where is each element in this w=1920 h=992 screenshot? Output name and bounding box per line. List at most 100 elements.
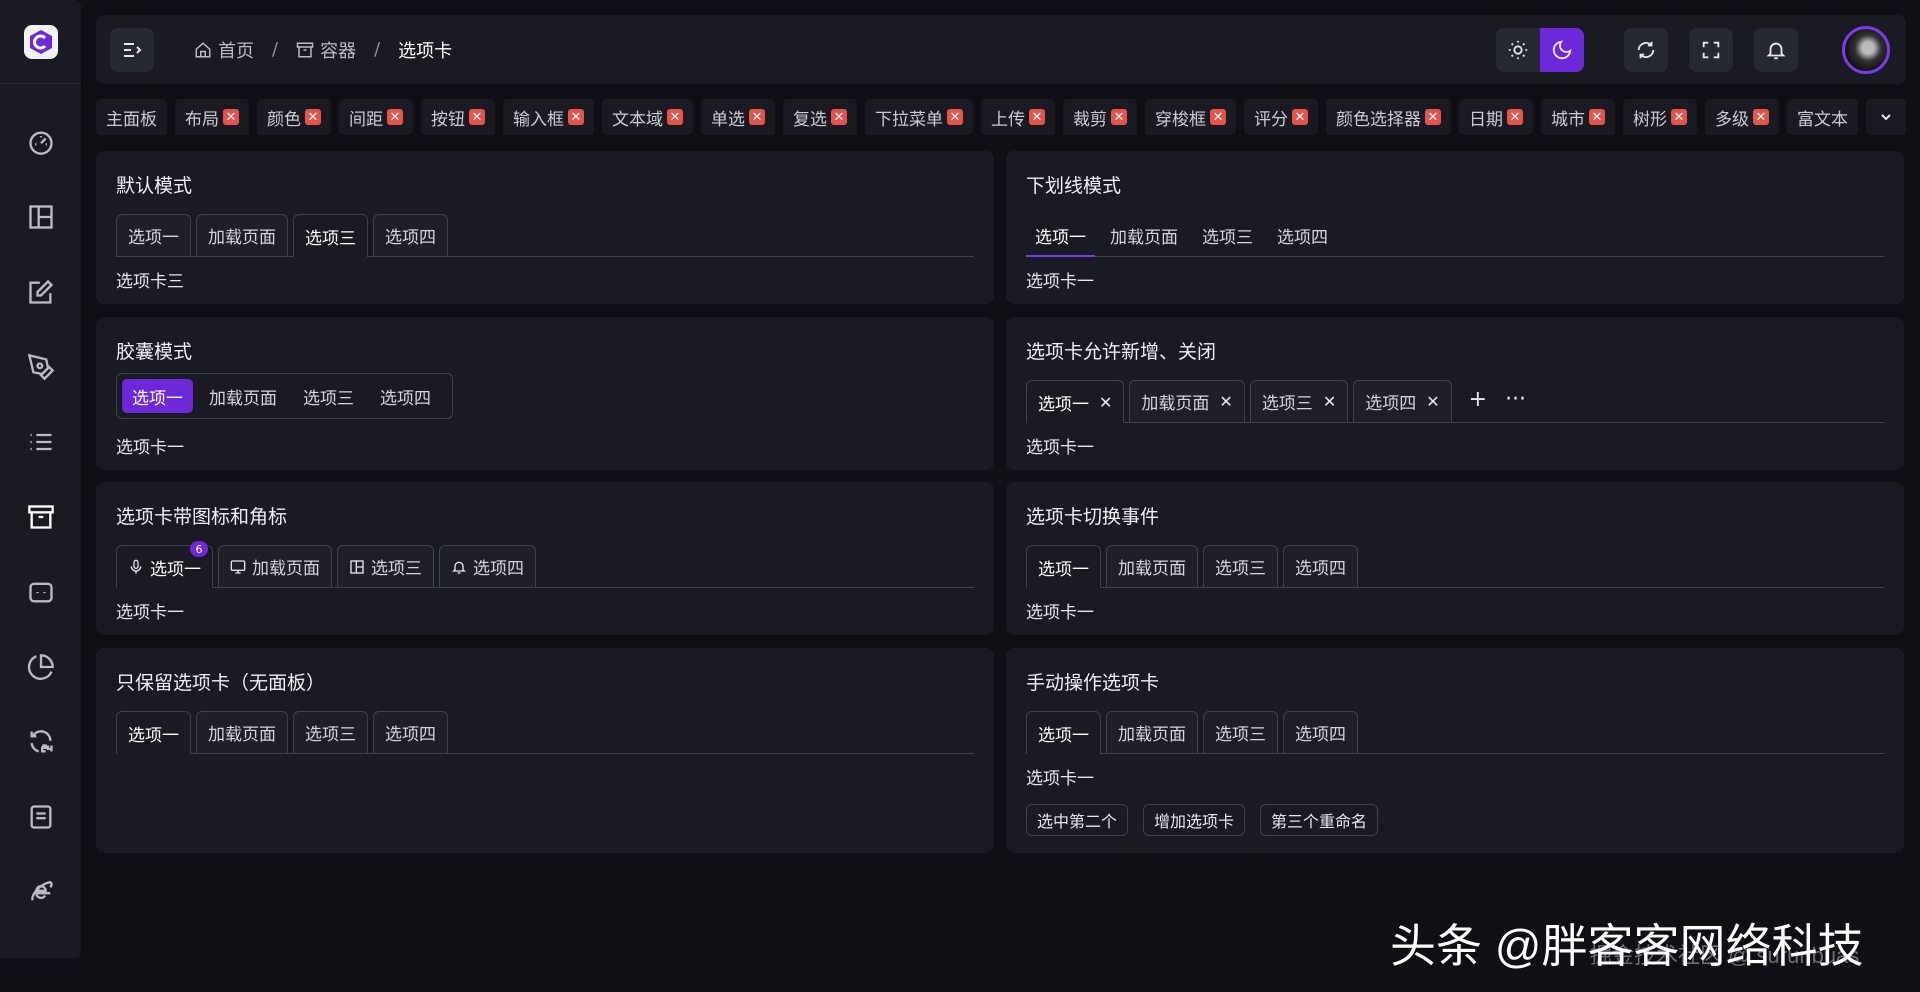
open-tab[interactable]: 输入框 ✕ — [503, 99, 594, 135]
tab-3[interactable]: 选项三 — [1203, 711, 1278, 753]
tab-3[interactable]: 选项三 — [293, 711, 368, 753]
ie-browser-icon[interactable] — [0, 854, 81, 929]
open-tab-dashboard[interactable]: 主面板 — [96, 99, 167, 135]
tab-4[interactable]: 选项四 — [370, 379, 441, 413]
close-icon[interactable]: ✕ — [1671, 109, 1687, 125]
notifications-button[interactable] — [1754, 27, 1798, 72]
close-icon[interactable]: ✕ — [1323, 392, 1336, 411]
open-tab[interactable]: 复选 ✕ — [783, 99, 857, 135]
close-icon[interactable]: ✕ — [1111, 109, 1127, 125]
tab-4[interactable]: 选项四 — [1268, 214, 1337, 256]
archive-icon[interactable] — [0, 479, 81, 554]
tab-3[interactable]: 选项三 — [1203, 545, 1278, 587]
close-icon[interactable]: ✕ — [667, 109, 683, 125]
tab-2[interactable]: 加载页面 — [196, 214, 288, 256]
breadcrumb-home[interactable]: 首页 — [194, 37, 254, 63]
refresh-button[interactable] — [1624, 27, 1668, 72]
pie-chart-icon[interactable] — [0, 629, 81, 704]
edit-icon[interactable] — [0, 254, 81, 329]
tab-3[interactable]: 选项三 — [293, 379, 364, 413]
app-logo[interactable] — [0, 0, 81, 84]
tab-4[interactable]: 选项四 — [373, 711, 448, 753]
breadcrumb-container[interactable]: 容器 — [296, 37, 356, 63]
collapse-menu-button[interactable] — [110, 27, 154, 72]
open-tab[interactable]: 多级 ✕ — [1705, 99, 1779, 135]
tab-2[interactable]: 加载页面 — [1101, 214, 1187, 256]
tab-3[interactable]: 选项三 — [1193, 214, 1262, 256]
tab-1[interactable]: 选项一 — [1026, 545, 1101, 588]
fullscreen-button[interactable] — [1689, 27, 1733, 72]
tab-3[interactable]: 选项三 — [337, 545, 434, 587]
open-tab[interactable]: 城市 ✕ — [1541, 99, 1615, 135]
close-icon[interactable]: ✕ — [1589, 109, 1605, 125]
tab-3[interactable]: 选项三 ✕ — [1249, 380, 1349, 422]
tab-1[interactable]: 选项一 — [122, 379, 193, 413]
tab-2[interactable]: 加载页面 — [199, 379, 287, 413]
open-tab[interactable]: 文本域 ✕ — [602, 99, 693, 135]
open-tab[interactable]: 按钮 ✕ — [421, 99, 495, 135]
open-tab[interactable]: 上传 ✕ — [981, 99, 1055, 135]
open-tab[interactable]: 裁剪 ✕ — [1063, 99, 1137, 135]
dashboard-icon[interactable] — [0, 104, 81, 179]
close-icon[interactable]: ✕ — [1753, 109, 1769, 125]
add-tab-icon[interactable]: + — [1469, 387, 1487, 412]
open-tab[interactable]: 单选 ✕ — [701, 99, 775, 135]
more-icon[interactable]: ··· — [1505, 387, 1526, 412]
tab-4[interactable]: 选项四 ✕ — [1353, 380, 1452, 422]
dark-theme-button[interactable] — [1540, 27, 1584, 72]
close-icon[interactable]: ✕ — [469, 109, 485, 125]
more-tabs-button[interactable] — [1866, 99, 1906, 135]
open-tab[interactable]: 穿梭框 ✕ — [1145, 99, 1236, 135]
close-icon[interactable]: ✕ — [1210, 109, 1226, 125]
tab-3[interactable]: 选项三 — [293, 214, 368, 257]
tab-2[interactable]: 加载页面 — [196, 711, 288, 753]
close-icon[interactable]: ✕ — [1426, 392, 1439, 411]
close-icon[interactable]: ✕ — [223, 109, 239, 125]
close-icon[interactable]: ✕ — [749, 109, 765, 125]
tab-1[interactable]: 选项一 ✕ — [1026, 380, 1125, 423]
tab-2[interactable]: 加载页面 — [1106, 711, 1198, 753]
rename-third-button[interactable]: 第三个重命名 — [1260, 804, 1379, 836]
document-icon[interactable] — [0, 779, 81, 854]
tab-1[interactable]: 选项一 6 — [116, 541, 213, 588]
user-avatar[interactable] — [1842, 25, 1890, 74]
tab-4[interactable]: 选项四 — [1283, 545, 1358, 587]
open-tab[interactable]: 树形 ✕ — [1623, 99, 1697, 135]
open-tab[interactable]: 评分 ✕ — [1244, 99, 1318, 135]
close-icon[interactable]: ✕ — [305, 109, 321, 125]
layout-icon[interactable] — [0, 179, 81, 254]
close-icon[interactable]: ✕ — [1425, 109, 1441, 125]
close-icon[interactable]: ✕ — [1292, 109, 1308, 125]
tab-1[interactable]: 选项一 — [116, 214, 191, 256]
list-icon[interactable] — [0, 404, 81, 479]
close-icon[interactable]: ✕ — [1099, 393, 1112, 412]
tab-1[interactable]: 选项一 — [1026, 711, 1101, 754]
close-icon[interactable]: ✕ — [568, 109, 584, 125]
light-theme-button[interactable] — [1496, 28, 1540, 72]
close-icon[interactable]: ✕ — [1507, 109, 1523, 125]
open-tab[interactable]: 颜色选择器 ✕ — [1326, 99, 1451, 135]
open-tab[interactable]: 布局 ✕ — [175, 99, 249, 135]
tab-1[interactable]: 选项一 — [1026, 214, 1095, 257]
open-tab[interactable]: 日期 ✕ — [1459, 99, 1533, 135]
open-tab[interactable]: 颜色 ✕ — [257, 99, 331, 135]
select-second-button[interactable]: 选中第二个 — [1026, 804, 1129, 836]
tab-4[interactable]: 选项四 — [1283, 711, 1358, 753]
tab-4[interactable]: 选项四 — [439, 545, 536, 587]
robot-icon[interactable] — [0, 554, 81, 629]
tab-1[interactable]: 选项一 — [116, 711, 191, 754]
refresh-24-icon[interactable] — [0, 704, 81, 779]
pen-tool-icon[interactable] — [0, 329, 81, 404]
tab-2[interactable]: 加载页面 — [1106, 545, 1198, 587]
close-icon[interactable]: ✕ — [947, 109, 963, 125]
add-tab-button[interactable]: 增加选项卡 — [1143, 804, 1246, 836]
close-icon[interactable]: ✕ — [831, 109, 847, 125]
tab-2[interactable]: 加载页面 — [218, 545, 332, 587]
open-tab[interactable]: 富文本 — [1787, 99, 1858, 135]
open-tab[interactable]: 下拉菜单 ✕ — [865, 99, 973, 135]
tab-4[interactable]: 选项四 — [373, 214, 448, 256]
close-icon[interactable]: ✕ — [387, 109, 403, 125]
tab-2[interactable]: 加载页面 ✕ — [1129, 380, 1245, 422]
open-tab[interactable]: 间距 ✕ — [339, 99, 413, 135]
close-icon[interactable]: ✕ — [1029, 109, 1045, 125]
